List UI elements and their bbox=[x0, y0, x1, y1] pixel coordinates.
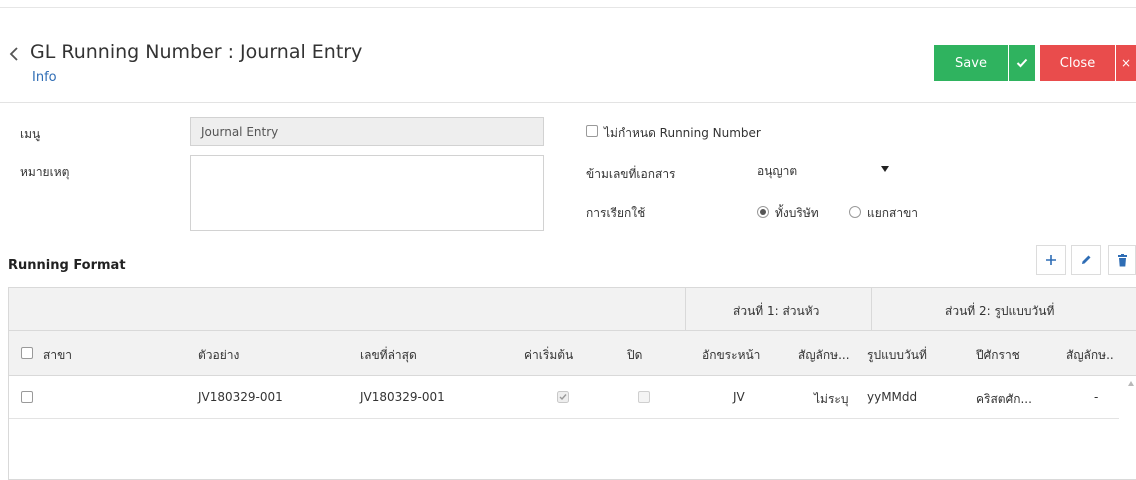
menu-field-value: Journal Entry bbox=[201, 124, 279, 139]
check-icon bbox=[557, 391, 569, 403]
running-format-title: Running Format bbox=[8, 258, 126, 273]
menu-label: เมนู bbox=[20, 127, 41, 141]
header-divider bbox=[0, 102, 1136, 103]
grid-divider bbox=[871, 288, 872, 331]
cell-symbol: ไม่ระบุ bbox=[814, 392, 849, 406]
cell-prefix: JV bbox=[733, 390, 745, 404]
close-icon[interactable]: × bbox=[1116, 45, 1136, 81]
column-branch[interactable]: สาขา bbox=[43, 346, 72, 365]
info-link[interactable]: Info bbox=[32, 70, 57, 85]
table-row[interactable]: JV180329-001 JV180329-001 JV ไม่ระบุ yyM… bbox=[9, 376, 1119, 419]
select-all-checkbox[interactable] bbox=[21, 347, 33, 359]
trash-icon bbox=[1117, 253, 1127, 266]
save-dropdown-button[interactable] bbox=[1009, 45, 1035, 81]
column-symbol-2[interactable]: สัญลักษ.. bbox=[1066, 346, 1114, 365]
cell-closed-checkbox bbox=[638, 391, 650, 403]
column-last-number[interactable]: เลขที่ล่าสุด bbox=[360, 346, 417, 365]
add-button[interactable] bbox=[1036, 245, 1066, 275]
group-header-part2: ส่วนที่ 2: รูปแบบวันที่ bbox=[945, 304, 1055, 318]
remark-label: หมายเหตุ bbox=[20, 165, 70, 179]
skip-doc-label: ข้ามเลขที่เอกสาร bbox=[586, 167, 676, 181]
group-header-part1: ส่วนที่ 1: ส่วนหัว bbox=[733, 304, 820, 318]
column-default[interactable]: ค่าเริ่มต้น bbox=[524, 346, 573, 365]
page-title: GL Running Number : Journal Entry bbox=[30, 41, 363, 63]
edit-button[interactable] bbox=[1071, 245, 1101, 275]
close-button[interactable]: Close bbox=[1040, 45, 1115, 81]
plus-icon bbox=[1046, 255, 1056, 265]
column-example[interactable]: ตัวอย่าง bbox=[198, 346, 239, 365]
column-era[interactable]: ปีศักราช bbox=[976, 346, 1020, 365]
page-header: GL Running Number : Journal Entry Info S… bbox=[0, 8, 1136, 102]
check-icon bbox=[1016, 58, 1028, 68]
column-date-format[interactable]: รูปแบบวันที่ bbox=[867, 346, 927, 365]
cell-example: JV180329-001 bbox=[198, 390, 283, 404]
usage-radio-company[interactable] bbox=[757, 206, 769, 218]
cell-symbol-2: - bbox=[1094, 390, 1099, 404]
column-symbol[interactable]: สัญลักษ... bbox=[798, 346, 850, 365]
cell-era: คริสตศัก... bbox=[976, 392, 1032, 406]
menu-field: Journal Entry bbox=[190, 117, 544, 146]
chevron-left-icon[interactable] bbox=[8, 46, 20, 62]
grid-divider bbox=[685, 288, 686, 331]
cell-default-checkbox bbox=[557, 391, 569, 406]
running-format-grid: ส่วนที่ 1: ส่วนหัว ส่วนที่ 2: รูปแบบวันท… bbox=[8, 287, 1136, 480]
usage-option-company: ทั้งบริษัท bbox=[775, 206, 819, 220]
grid-group-header: ส่วนที่ 1: ส่วนหัว ส่วนที่ 2: รูปแบบวันท… bbox=[9, 288, 1136, 331]
scroll-up-arrow-icon[interactable] bbox=[1128, 381, 1134, 386]
no-running-number-label: ไม่กำหนด Running Number bbox=[604, 126, 761, 140]
caret-down-icon bbox=[881, 166, 889, 172]
save-button[interactable]: Save bbox=[934, 45, 1008, 81]
pencil-icon bbox=[1082, 255, 1091, 264]
usage-option-branch: แยกสาขา bbox=[867, 206, 919, 220]
skip-doc-select[interactable]: อนุญาต bbox=[745, 157, 895, 186]
delete-button[interactable] bbox=[1108, 245, 1136, 275]
grid-column-header: สาขา ตัวอย่าง เลขที่ล่าสุด ค่าเริ่มต้น ป… bbox=[9, 331, 1136, 376]
column-closed[interactable]: ปิด bbox=[627, 346, 642, 365]
cell-last-number: JV180329-001 bbox=[360, 390, 445, 404]
usage-radio-branch[interactable] bbox=[849, 206, 861, 218]
skip-doc-value: อนุญาต bbox=[757, 164, 798, 178]
remark-textarea[interactable] bbox=[190, 155, 544, 231]
row-checkbox[interactable] bbox=[21, 391, 33, 403]
cell-date-format: yyMMdd bbox=[867, 390, 918, 404]
column-prefix[interactable]: อักขระหน้า bbox=[702, 346, 760, 365]
usage-label: การเรียกใช้ bbox=[586, 206, 646, 220]
no-running-number-checkbox[interactable] bbox=[586, 125, 598, 137]
